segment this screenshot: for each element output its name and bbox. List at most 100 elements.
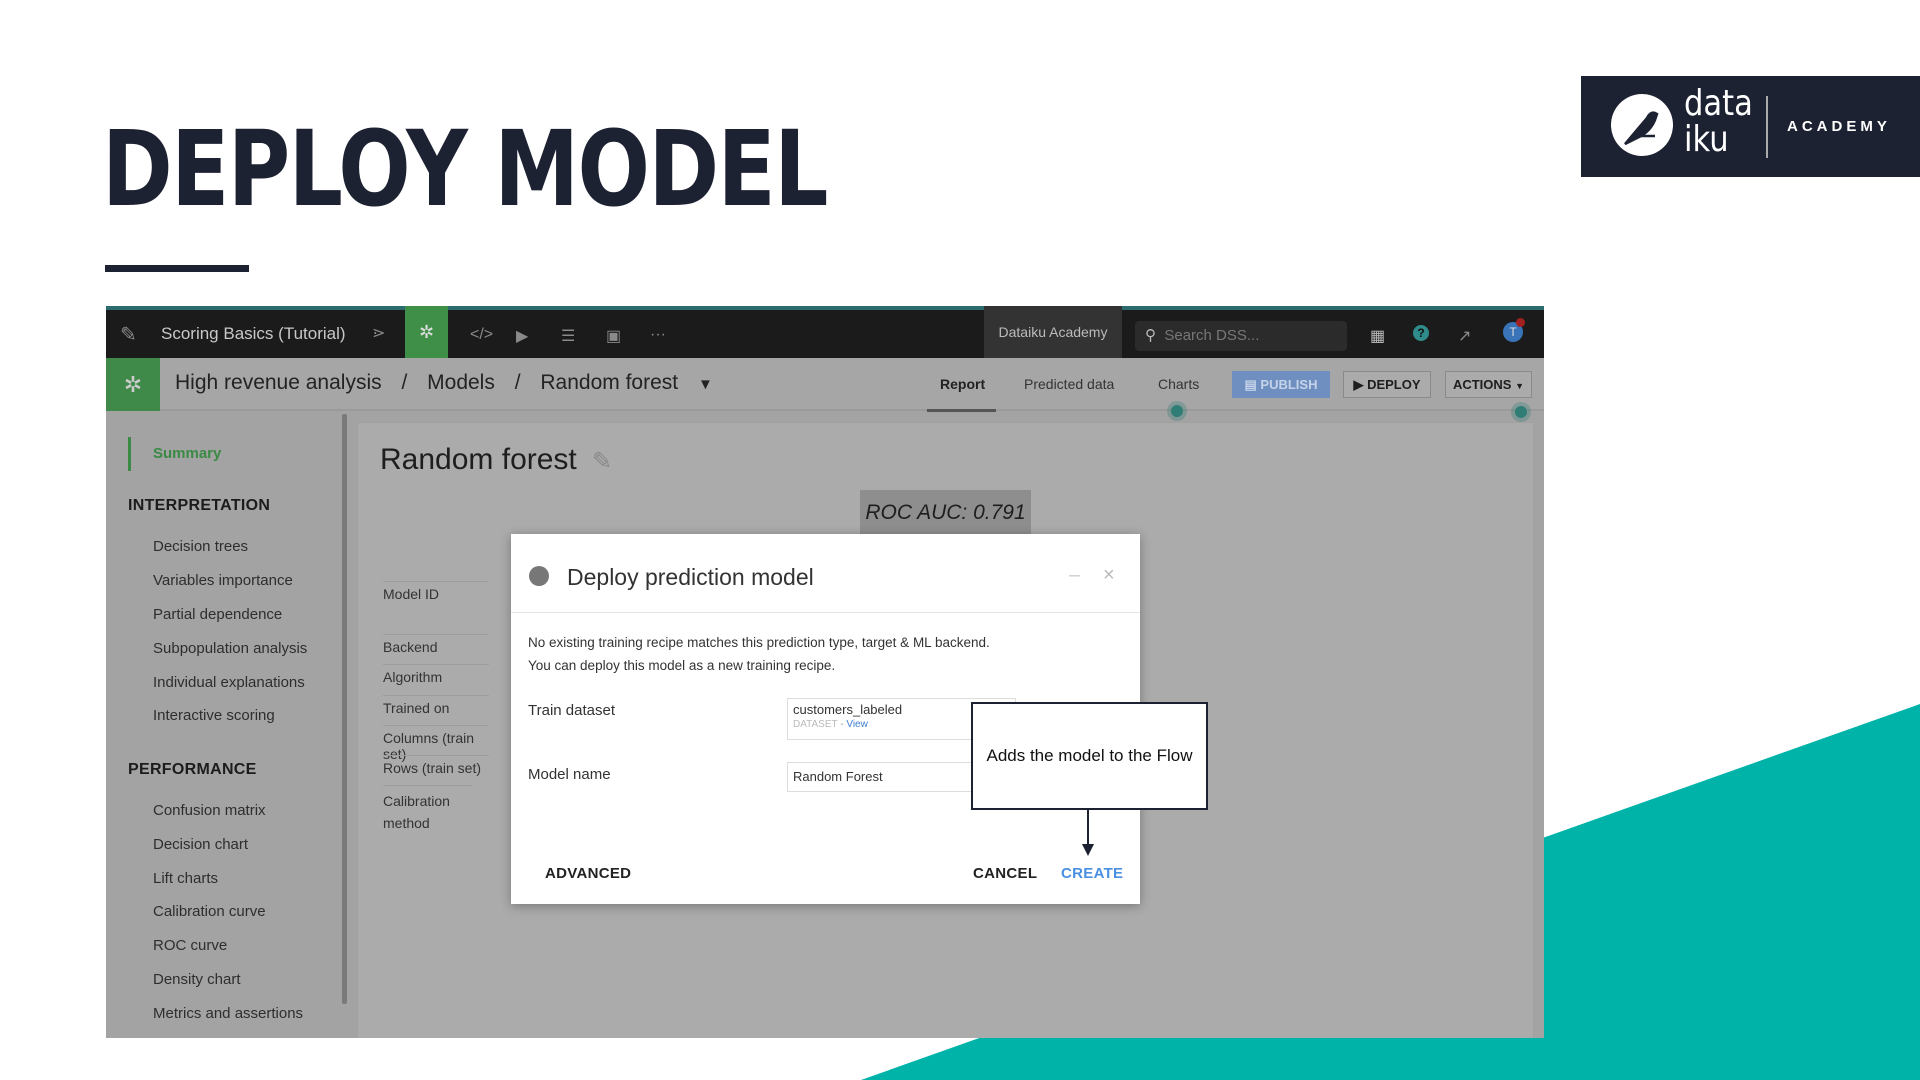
breadcrumb-model[interactable]: Random forest (540, 371, 678, 394)
tour-dot (1515, 406, 1527, 418)
sidebar-item-variables-importance[interactable]: Variables importance (153, 572, 293, 589)
logo-word-data: data (1684, 83, 1753, 124)
bird-logo-icon (1611, 94, 1673, 156)
title-underline (105, 265, 249, 272)
instance-label: Dataiku Academy (998, 324, 1108, 340)
model-name-value: Random Forest (793, 769, 883, 784)
run-icon[interactable]: ▶ (516, 326, 528, 346)
trend-icon[interactable]: ↗ (1458, 326, 1471, 346)
publish-button[interactable]: ▤ PUBLISH (1232, 371, 1330, 398)
tab-charts[interactable]: Charts (1158, 376, 1199, 392)
roc-auc-value: ROC AUC: 0.791 (865, 501, 1026, 524)
callout-arrow (1082, 810, 1094, 856)
sidebar: Summary INTERPRETATION Decision trees Va… (106, 413, 350, 1038)
sidebar-scrollbar[interactable] (342, 414, 347, 1004)
caret-down-icon: ▼ (1515, 381, 1525, 391)
sidebar-item-individual-explanations[interactable]: Individual explanations (153, 674, 305, 691)
sidebar-item-interactive-scoring[interactable]: Interactive scoring (153, 707, 275, 724)
globe-icon (529, 566, 549, 586)
chevron-down-icon[interactable]: ▼ (698, 376, 713, 393)
ml-icon: ✲ (418, 322, 435, 342)
dialog-message-line2: You can deploy this model as a new train… (528, 658, 836, 673)
create-button[interactable]: CREATE (1061, 865, 1123, 882)
sidebar-item-lift-charts[interactable]: Lift charts (153, 870, 218, 887)
minimize-icon[interactable]: – (1069, 564, 1080, 587)
slide-title: DEPLOY MODEL (102, 108, 828, 230)
notification-badge (1516, 318, 1525, 327)
play-icon: ▶ (1353, 377, 1364, 392)
apps-grid-icon[interactable]: ▦ (1370, 326, 1385, 346)
breadcrumb-models[interactable]: Models (427, 371, 495, 394)
dataset-sep: - (837, 719, 847, 730)
sidebar-item-density-chart[interactable]: Density chart (153, 971, 241, 988)
dataset-type: DATASET (793, 719, 838, 730)
label-algorithm: Algorithm (383, 664, 489, 685)
logo-word-iku: iku (1684, 119, 1729, 160)
tab-predicted-data[interactable]: Predicted data (1024, 376, 1114, 392)
edit-pencil-icon[interactable]: ✎ (592, 447, 612, 476)
cancel-button[interactable]: CANCEL (973, 865, 1037, 882)
dialog-divider (511, 612, 1140, 613)
search-placeholder: Search DSS... (1164, 327, 1260, 344)
ml-icon-button[interactable]: ✲ (405, 306, 448, 358)
dialog-message-line1: No existing training recipe matches this… (528, 635, 990, 650)
label-rows: Rows (train set) (383, 755, 489, 776)
avatar-initial: T (1509, 325, 1517, 339)
advanced-button[interactable]: ADVANCED (545, 865, 631, 882)
top-navbar: ✎ Scoring Basics (Tutorial) ⋗ ✲ </> ▶ ☰ … (106, 306, 1544, 358)
breadcrumb: High revenue analysis / Models / Random … (175, 371, 713, 395)
model-title: Random forest (380, 443, 577, 476)
more-icon[interactable]: ··· (650, 326, 666, 344)
roc-auc-badge: ROC AUC: 0.791 (860, 490, 1031, 535)
ml-task-icon: ✲ (106, 358, 160, 411)
deploy-stack-icon[interactable]: ☰ (561, 326, 575, 346)
callout-box: Adds the model to the Flow (971, 702, 1208, 810)
search-icon: ⚲ (1145, 327, 1156, 344)
deploy-label: DEPLOY (1367, 377, 1421, 392)
publish-icon: ▤ (1244, 377, 1257, 392)
close-icon[interactable]: × (1103, 564, 1115, 587)
logo-tagline: ACADEMY (1787, 118, 1891, 135)
label-trained-on: Trained on (383, 695, 489, 716)
sidebar-item-summary[interactable]: Summary (153, 445, 221, 462)
sidebar-item-metrics-assertions[interactable]: Metrics and assertions (153, 1005, 303, 1022)
label-calibration: Calibration method (383, 785, 473, 834)
actions-dropdown[interactable]: ACTIONS ▼ (1445, 371, 1532, 398)
publish-label: PUBLISH (1260, 377, 1318, 392)
sidebar-section-interpretation: INTERPRETATION (128, 497, 271, 514)
project-name[interactable]: Scoring Basics (Tutorial) (161, 324, 346, 344)
label-backend: Backend (383, 634, 489, 655)
sidebar-section-performance: PERFORMANCE (128, 761, 257, 778)
breadcrumb-sep: / (401, 371, 408, 394)
sidebar-item-subpopulation-analysis[interactable]: Subpopulation analysis (153, 640, 307, 657)
code-icon[interactable]: </> (470, 326, 493, 344)
dashboard-icon[interactable]: ▣ (606, 326, 621, 346)
tab-report[interactable]: Report (940, 376, 985, 392)
logo-divider (1766, 96, 1768, 158)
breadcrumb-analysis[interactable]: High revenue analysis (175, 371, 382, 394)
flow-icon[interactable]: ⋗ (372, 323, 385, 343)
search-input[interactable]: ⚲ Search DSS... (1135, 321, 1347, 351)
actions-label: ACTIONS (1452, 377, 1512, 392)
breadcrumb-bar: ✲ High revenue analysis / Models / Rando… (106, 358, 1544, 418)
active-tab-underline (927, 409, 996, 412)
callout-text: Adds the model to the Flow (986, 746, 1193, 765)
sidebar-item-partial-dependence[interactable]: Partial dependence (153, 606, 282, 623)
sidebar-item-roc-curve[interactable]: ROC curve (153, 937, 227, 954)
dialog-title: Deploy prediction model (567, 564, 814, 590)
label-model-id: Model ID (383, 581, 489, 602)
active-indicator (128, 437, 131, 471)
dataiku-bird-icon[interactable]: ✎ (120, 322, 137, 347)
sidebar-item-confusion-matrix[interactable]: Confusion matrix (153, 802, 266, 819)
deploy-button[interactable]: ▶ DEPLOY (1343, 371, 1431, 398)
train-dataset-label: Train dataset (528, 702, 615, 719)
instance-button[interactable]: Dataiku Academy (984, 306, 1122, 358)
tour-dot (1171, 405, 1183, 417)
sidebar-item-calibration-curve[interactable]: Calibration curve (153, 903, 266, 920)
sidebar-item-decision-chart[interactable]: Decision chart (153, 836, 248, 853)
model-name-label: Model name (528, 766, 611, 783)
sidebar-item-decision-trees[interactable]: Decision trees (153, 538, 248, 555)
dataiku-academy-logo: data iku ACADEMY (1581, 76, 1920, 177)
view-dataset-link[interactable]: View (846, 719, 868, 730)
help-icon[interactable]: ? (1413, 325, 1429, 341)
